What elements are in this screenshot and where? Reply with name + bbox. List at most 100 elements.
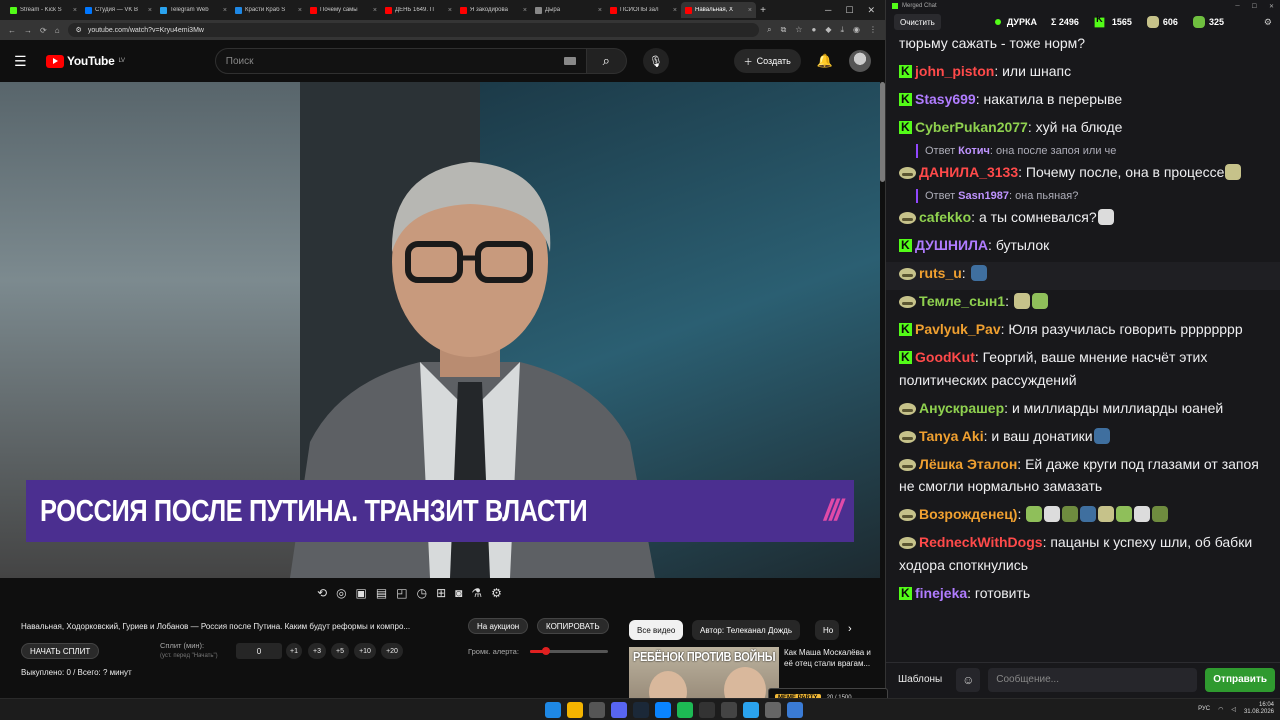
maximize-icon[interactable]: ☐: [1252, 3, 1257, 10]
notifications-icon[interactable]: 🔔: [817, 53, 833, 69]
video-player[interactable]: РОССИЯ ПОСЛЕ ПУТИНА. ТРАНЗИТ ВЛАСТИ ///: [0, 82, 880, 578]
chat-username[interactable]: Pavlyuk_Pav: [915, 321, 1001, 337]
copy-button[interactable]: КОПИРОВАТЬ: [537, 618, 609, 634]
voice-search-button[interactable]: 🎙: [642, 48, 669, 74]
increment-button[interactable]: +3: [308, 643, 326, 659]
chat-username[interactable]: john_piston: [915, 63, 994, 79]
chat-username[interactable]: ДУШНИЛА: [915, 237, 988, 253]
app-icon[interactable]: [787, 702, 803, 718]
chevron-right-icon[interactable]: ›: [848, 623, 852, 635]
clock[interactable]: 16:04 31.08.2026: [1244, 702, 1274, 716]
chip-all-videos[interactable]: Все видео: [629, 620, 684, 640]
url-field[interactable]: ⚙ youtube.com/watch?v=Kryu4emi3Mw: [67, 23, 760, 37]
telegram-icon[interactable]: [655, 702, 671, 718]
profile-icon[interactable]: ◉: [853, 25, 860, 35]
browser-tab[interactable]: Stream - Kick S ×: [6, 2, 81, 18]
browser-tab[interactable]: ДЕНЬ 1649. П ×: [381, 2, 456, 18]
reload-icon[interactable]: ⟳: [40, 26, 47, 35]
share-icon[interactable]: ⧉: [781, 25, 787, 35]
browser-tab[interactable]: ПСИОПЫ зал ×: [606, 2, 681, 18]
app-icon[interactable]: [765, 702, 781, 718]
chat-username[interactable]: Tanya Aki: [919, 428, 984, 444]
obs-icon[interactable]: [699, 702, 715, 718]
extension-icon[interactable]: ◆: [825, 25, 831, 35]
close-tab-icon[interactable]: ×: [598, 7, 602, 14]
browser-tab[interactable]: Студия — VK В ×: [81, 2, 156, 18]
chat-username[interactable]: Анускрашер: [919, 400, 1004, 416]
start-split-button[interactable]: НАЧАТЬ СПЛИТ: [21, 643, 100, 659]
download-icon[interactable]: ⤓: [840, 25, 844, 35]
add-icon[interactable]: ⊞: [436, 586, 446, 600]
chat-username[interactable]: Возрожденец): [919, 506, 1017, 522]
browser-tab[interactable]: Навальная, Х ×: [681, 2, 756, 18]
flask-icon[interactable]: ⚗: [471, 586, 482, 600]
start-icon[interactable]: [545, 702, 561, 718]
clear-button[interactable]: Очистить: [894, 14, 941, 30]
loop-icon[interactable]: ⟲: [317, 586, 327, 600]
app-icon[interactable]: [589, 702, 605, 718]
browser-tab[interactable]: Красти Краб S ×: [231, 2, 306, 18]
close-icon[interactable]: ✕: [1269, 3, 1274, 10]
split-minutes-input[interactable]: 0: [236, 643, 282, 659]
chat-username[interactable]: ДАНИЛА_3133: [919, 164, 1018, 180]
chat-username[interactable]: Лёшка Эталон: [919, 456, 1017, 472]
minimize-icon[interactable]: ─: [825, 5, 831, 16]
app-icon[interactable]: [721, 702, 737, 718]
chat-username[interactable]: Темле_сын1: [919, 293, 1005, 309]
settings-icon[interactable]: ⚙: [491, 586, 502, 600]
chip-new[interactable]: Но: [815, 620, 839, 640]
browser-tab[interactable]: Дырa ×: [531, 2, 606, 18]
increment-button[interactable]: +10: [354, 643, 376, 659]
browser-tab[interactable]: Почему самы ×: [306, 2, 381, 18]
new-tab-button[interactable]: +: [756, 5, 770, 16]
close-icon[interactable]: ✕: [867, 5, 875, 16]
close-tab-icon[interactable]: ×: [148, 7, 152, 14]
chip-author[interactable]: Автор: Телеканал Дождь: [692, 620, 801, 640]
create-button[interactable]: ＋ Создать: [733, 49, 801, 73]
alert-volume-slider[interactable]: [530, 647, 608, 655]
clapper-icon[interactable]: ▤: [376, 586, 387, 600]
close-tab-icon[interactable]: ×: [73, 7, 77, 14]
emoji-icon[interactable]: ☺: [956, 667, 981, 692]
close-tab-icon[interactable]: ×: [748, 7, 752, 14]
discord-icon[interactable]: [611, 702, 627, 718]
minimize-icon[interactable]: ─: [1235, 3, 1239, 10]
chat-username[interactable]: ruts_u: [919, 265, 962, 281]
close-tab-icon[interactable]: ×: [223, 7, 227, 14]
avatar[interactable]: [849, 50, 871, 72]
forward-icon[interactable]: →: [24, 26, 32, 35]
templates-button[interactable]: Шаблоны: [892, 668, 948, 692]
chat-username[interactable]: Stasy699: [915, 91, 976, 107]
screen-icon[interactable]: ▣: [356, 586, 367, 600]
keyboard-icon[interactable]: [563, 57, 576, 65]
increment-button[interactable]: +1: [286, 643, 302, 659]
back-icon[interactable]: ←: [8, 26, 16, 35]
menu-icon[interactable]: ⋮: [869, 25, 877, 35]
wifi-icon[interactable]: ◠: [1218, 706, 1223, 713]
browser-tab[interactable]: Telegram Web ×: [156, 2, 231, 18]
volume-icon[interactable]: ◁: [1231, 706, 1236, 713]
chat-username[interactable]: RedneckWithDogs: [919, 534, 1043, 550]
zoom-icon[interactable]: ⌕: [767, 25, 771, 35]
recommended-title[interactable]: Как Маша Москалёва и её отец стали врага…: [784, 647, 874, 669]
send-button[interactable]: Отправить: [1205, 667, 1275, 692]
recommended-thumbnail[interactable]: РЕБЁНОК ПРОТИВ ВОЙНЫ: [629, 647, 779, 698]
youtube-logo[interactable]: YouTube LV: [46, 54, 125, 68]
increment-button[interactable]: +20: [381, 643, 403, 659]
close-tab-icon[interactable]: ×: [673, 7, 677, 14]
language-indicator[interactable]: РУС: [1198, 706, 1210, 712]
auction-button[interactable]: На аукцион: [468, 618, 529, 634]
site-info-icon[interactable]: ⚙: [76, 26, 82, 34]
maximize-icon[interactable]: ☐: [845, 5, 853, 16]
steam-icon[interactable]: [633, 702, 649, 718]
chat-username[interactable]: cafekko: [919, 209, 971, 225]
camera-icon[interactable]: ◙: [455, 586, 462, 600]
broadcast-icon[interactable]: ◎: [336, 586, 346, 600]
chat-username[interactable]: finejeka: [915, 585, 967, 601]
menu-icon[interactable]: ☰: [14, 53, 30, 70]
browser-tab[interactable]: Я закодирова ×: [456, 2, 531, 18]
home-icon[interactable]: ⌂: [55, 26, 60, 35]
spotify-icon[interactable]: [677, 702, 693, 718]
app-icon[interactable]: [743, 702, 759, 718]
extension-icon[interactable]: ●: [811, 25, 816, 35]
